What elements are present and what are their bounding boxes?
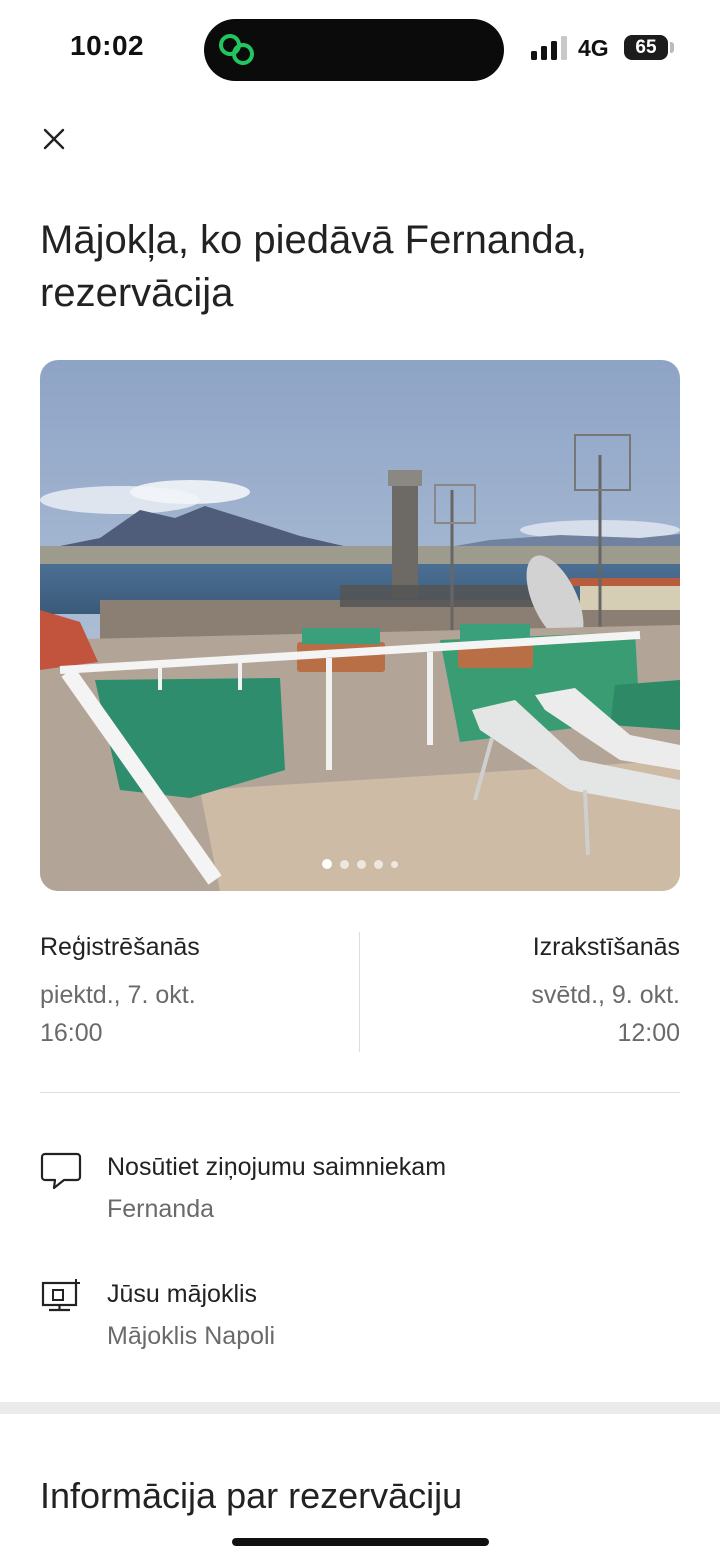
carousel-dot — [322, 859, 332, 869]
chat-bubble-icon — [40, 1152, 82, 1190]
checkout-label: Izrakstīšanās — [532, 933, 680, 961]
checkin-date: piektd., 7. okt. — [40, 981, 196, 1009]
cellular-signal-icon — [531, 36, 567, 60]
your-home-row[interactable]: Jūsu mājoklis Mājoklis Napoli — [40, 1277, 680, 1367]
dynamic-island — [204, 19, 504, 81]
listing-photo — [40, 360, 680, 891]
checkout-block: Izrakstīšanās svētd., 9. okt. 12:00 — [380, 930, 680, 1052]
checkout-time: 12:00 — [617, 1019, 680, 1047]
vertical-divider — [359, 932, 360, 1052]
reservation-info-title: Informācija par rezervāciju — [40, 1475, 463, 1516]
carousel-dot — [374, 859, 383, 869]
home-name: Mājoklis Napoli — [107, 1322, 276, 1350]
message-host-row[interactable]: Nosūtiet ziņojumu saimniekam Fernanda — [40, 1150, 680, 1240]
section-separator — [0, 1402, 720, 1414]
your-home-title: Jūsu mājoklis — [107, 1280, 258, 1308]
carousel-dot — [357, 859, 366, 869]
status-time: 10:02 — [70, 30, 145, 61]
close-button[interactable] — [30, 116, 76, 162]
carousel-dot — [340, 859, 349, 869]
chain-link-icon — [219, 34, 254, 65]
carousel-indicator — [40, 859, 680, 869]
checkin-block: Reģistrēšanās piektd., 7. okt. 16:00 — [40, 930, 340, 1052]
checkout-date: svētd., 9. okt. — [531, 981, 680, 1009]
battery-level: 65 — [624, 35, 668, 60]
home-presentation-icon — [41, 1279, 80, 1312]
page-title: Mājokļa, ko piedāvā Fernanda, rezervācij… — [40, 218, 587, 315]
status-bar: 10:02 4G 65 — [0, 0, 720, 100]
close-icon — [43, 128, 65, 150]
network-type: 4G — [578, 35, 609, 61]
home-indicator[interactable] — [232, 1538, 489, 1546]
carousel-dot — [391, 860, 398, 868]
checkin-label: Reģistrēšanās — [40, 933, 200, 961]
battery-tip — [670, 42, 674, 53]
horizontal-divider — [40, 1092, 680, 1093]
host-name: Fernanda — [107, 1195, 215, 1223]
listing-photo-carousel[interactable] — [40, 360, 680, 891]
message-host-title: Nosūtiet ziņojumu saimniekam — [107, 1153, 447, 1181]
checkin-time: 16:00 — [40, 1019, 103, 1047]
